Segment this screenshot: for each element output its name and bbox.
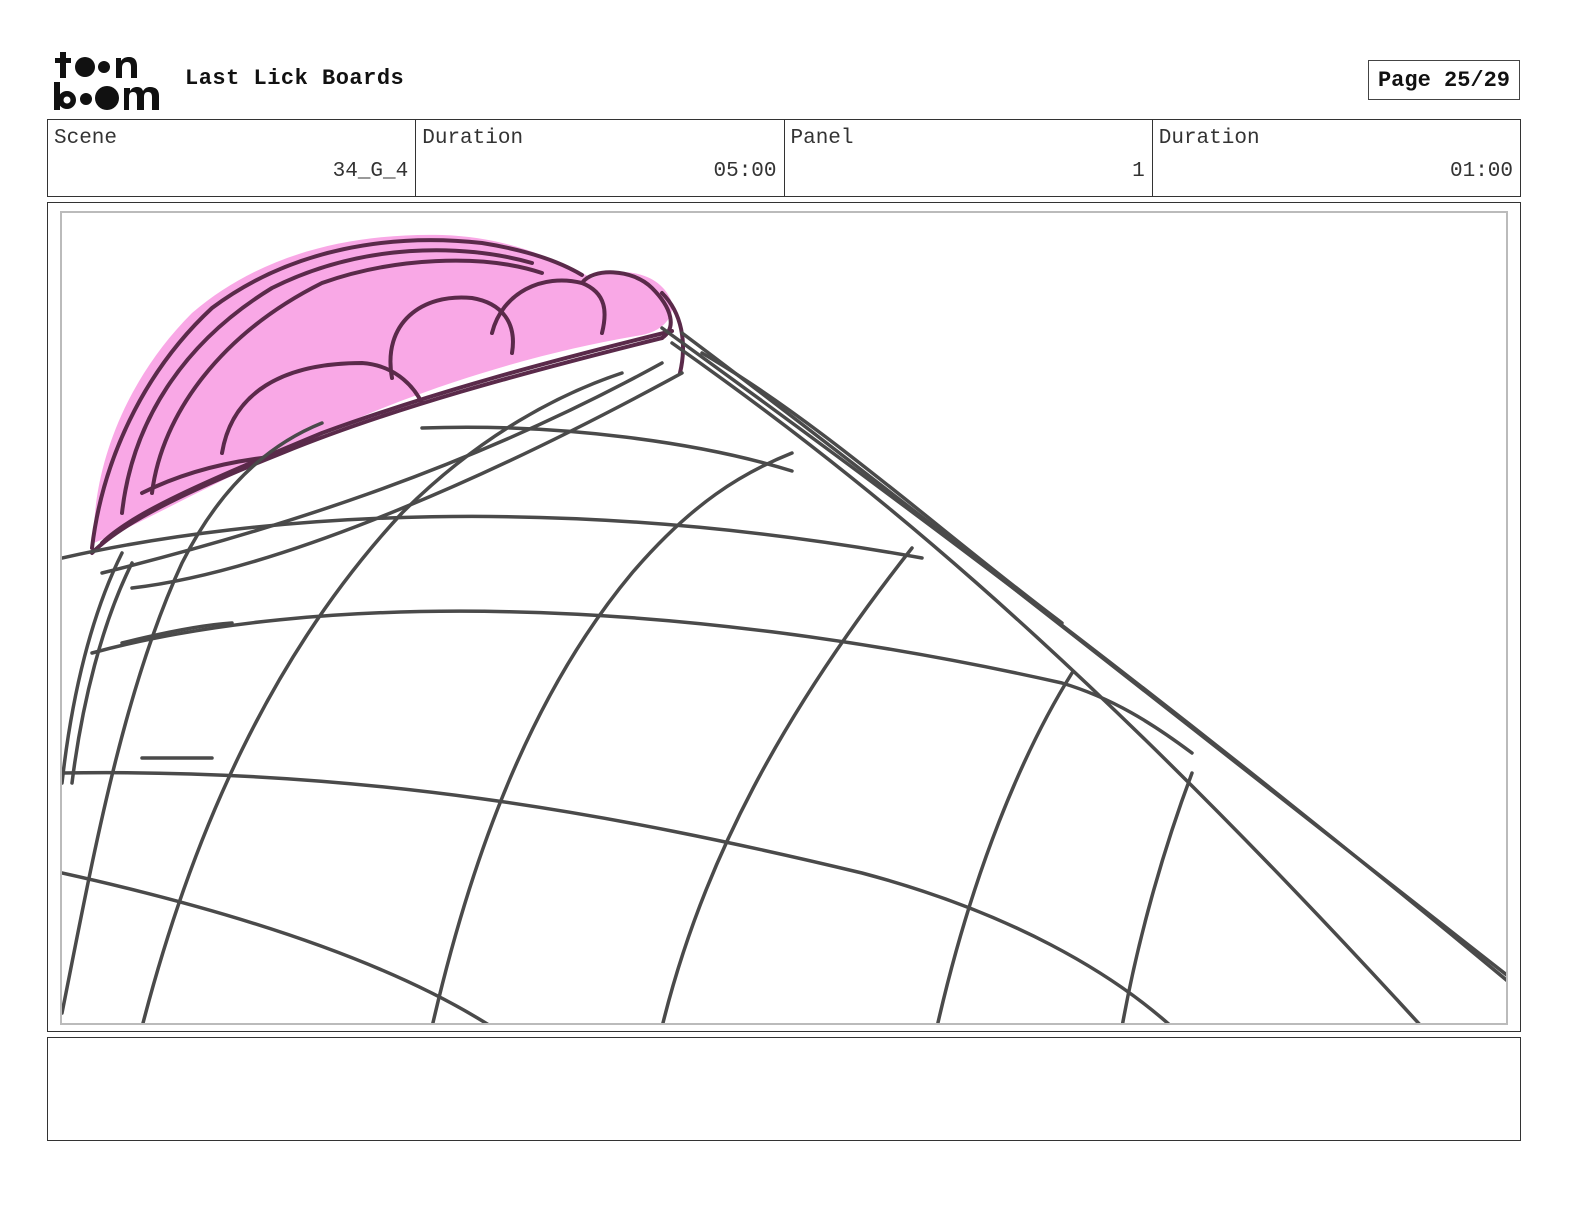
panel-duration-value: 01:00 xyxy=(1449,160,1513,183)
scene-duration-cell: Duration 05:00 xyxy=(416,120,785,196)
scene-label: Scene xyxy=(54,127,118,150)
panel-safe-area xyxy=(60,211,1508,1025)
panel-duration-cell: Duration 01:00 xyxy=(1153,120,1520,196)
panel-label: Panel xyxy=(790,127,854,150)
storyboard-panel xyxy=(47,202,1521,1032)
scene-value: 34_G_4 xyxy=(332,160,409,183)
project-title: Last Lick Boards xyxy=(185,66,405,91)
panel-sketch xyxy=(62,234,1506,1023)
panel-duration-label: Duration xyxy=(1158,127,1260,150)
scene-duration-label: Duration xyxy=(422,127,524,150)
page-indicator: Page 25/29 xyxy=(1368,60,1520,100)
panel-value: 1 xyxy=(1132,160,1145,183)
toon-boom-logo xyxy=(54,52,159,110)
scene-duration-value: 05:00 xyxy=(713,160,777,183)
scene-cell: Scene 34_G_4 xyxy=(48,120,417,196)
panel-notes xyxy=(47,1037,1521,1141)
scene-info-row: Scene 34_G_4 Duration 05:00 Panel 1 Dura… xyxy=(47,119,1521,197)
panel-cell: Panel 1 xyxy=(785,120,1153,196)
